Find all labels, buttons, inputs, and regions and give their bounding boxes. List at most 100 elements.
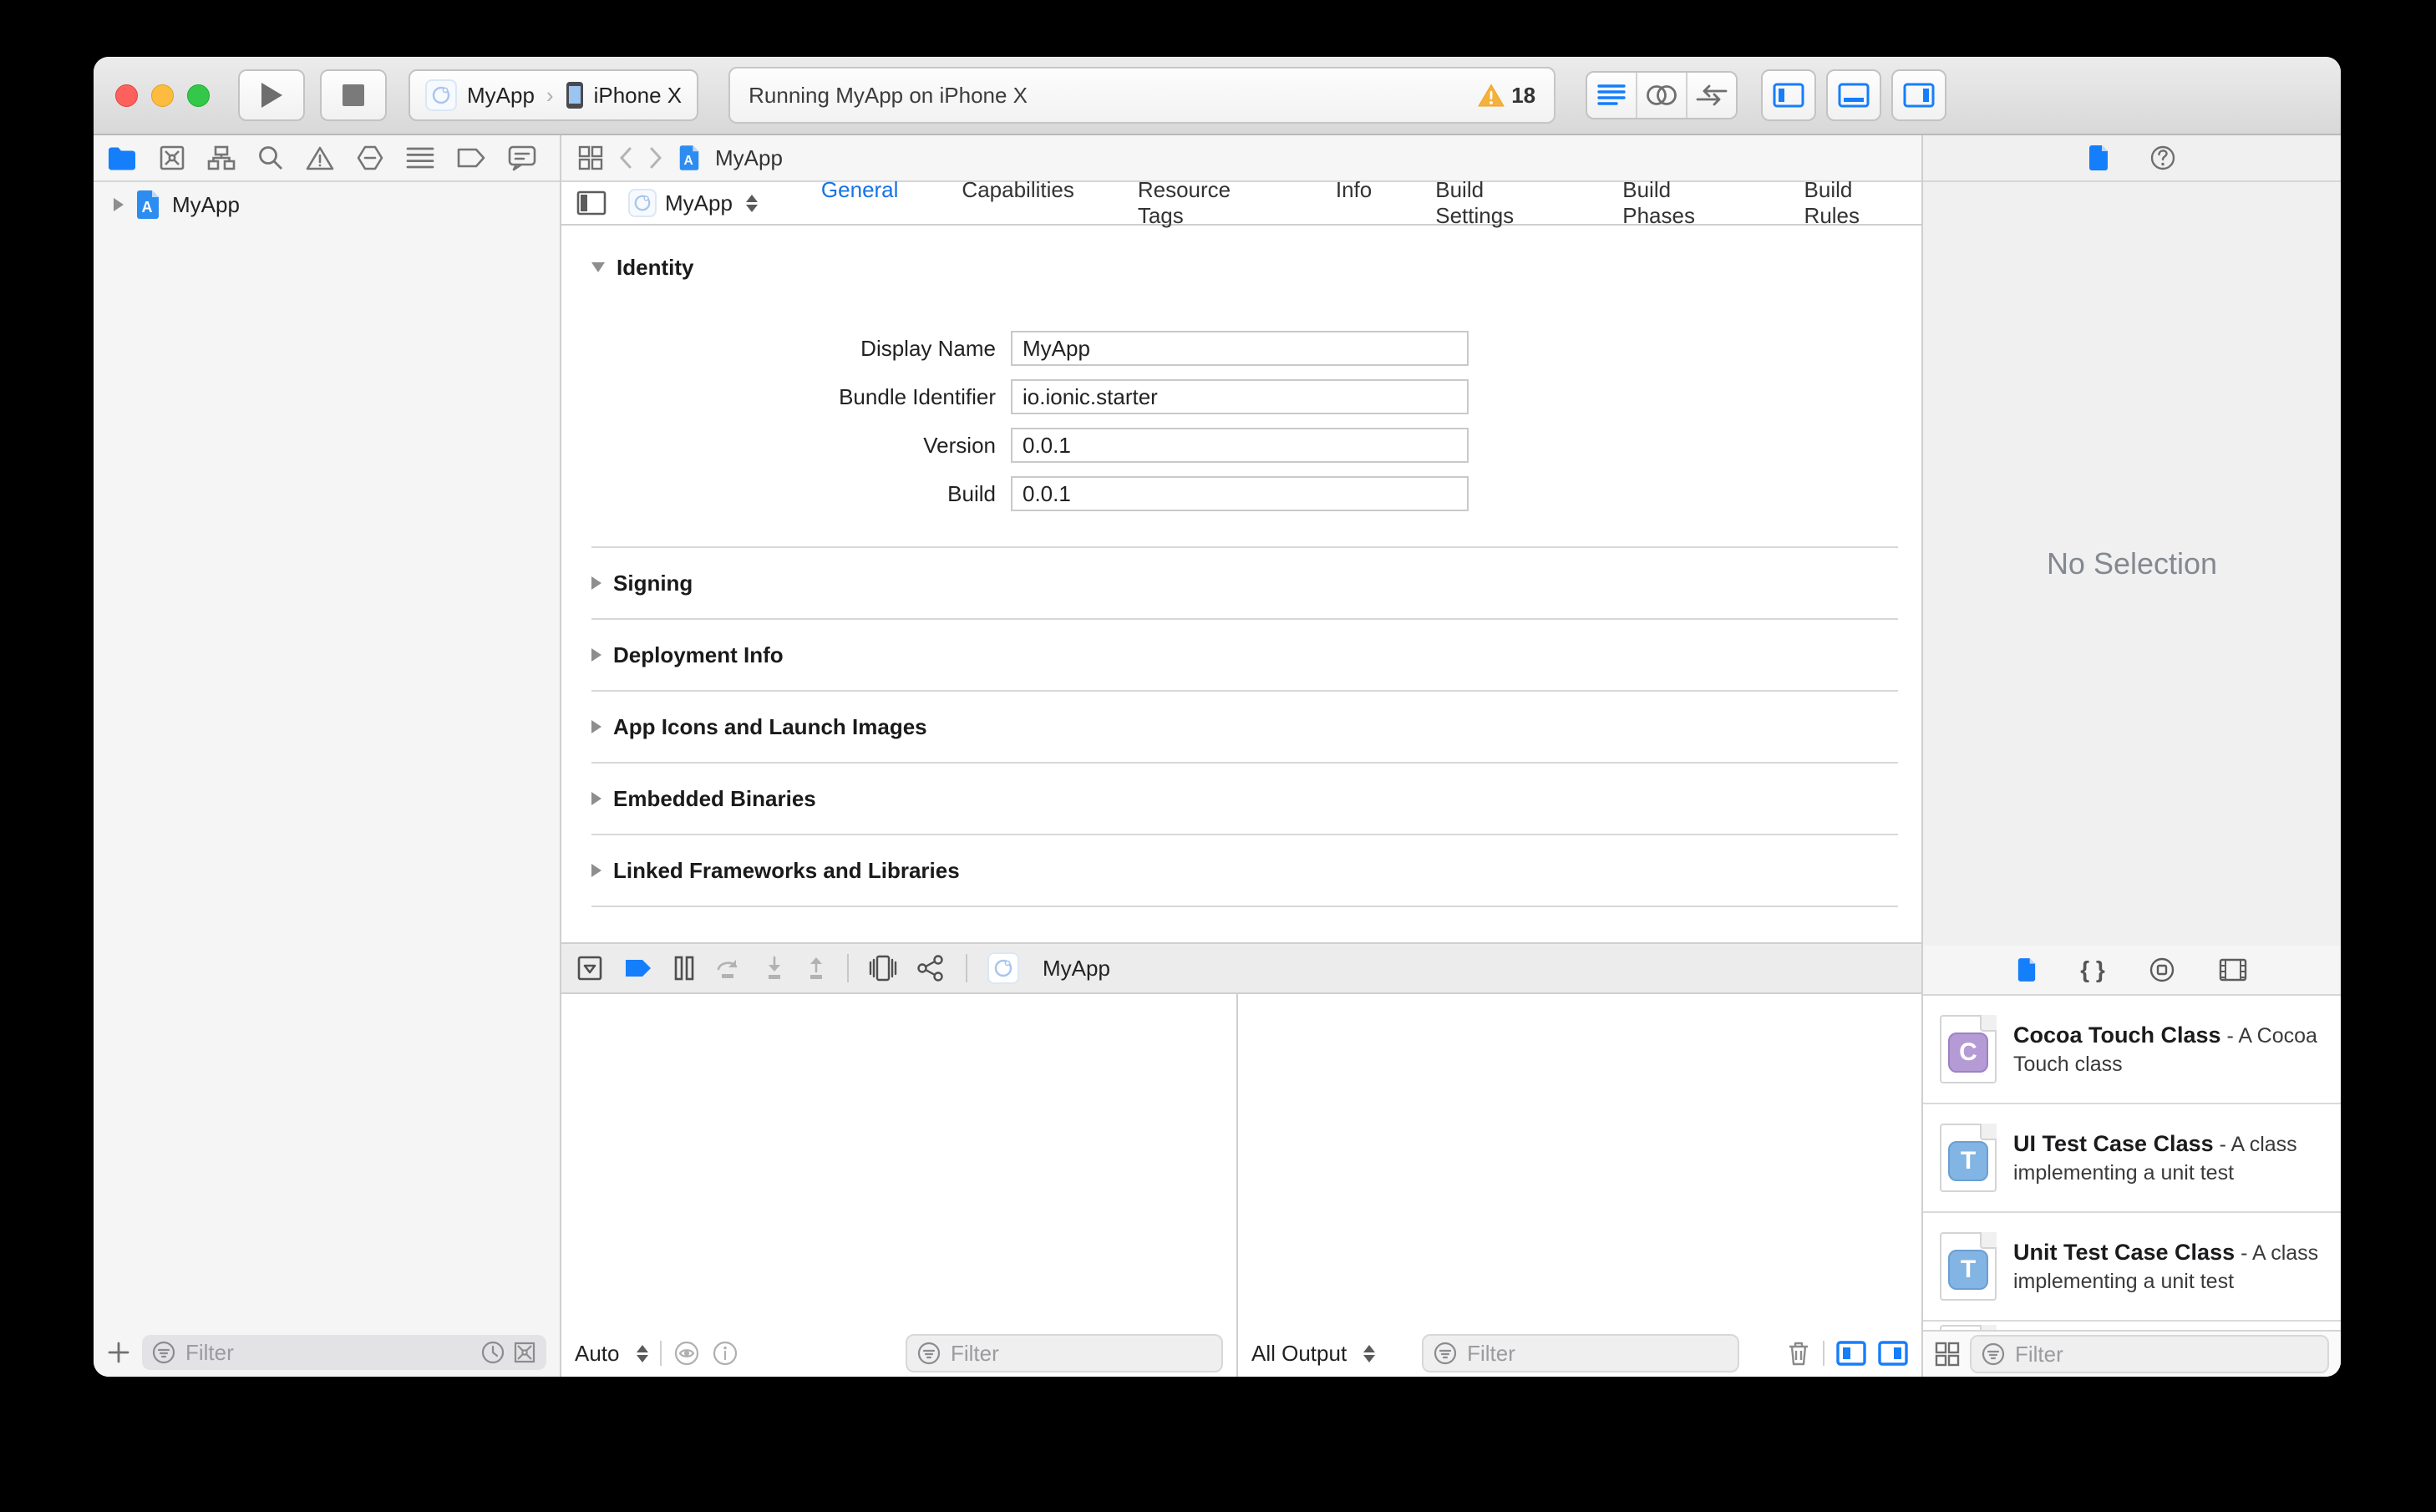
warning-badge[interactable]: 18 — [1478, 83, 1535, 109]
tab-capabilities[interactable]: Capabilities — [962, 177, 1073, 229]
info-icon[interactable] — [712, 1340, 738, 1367]
code-snippet-library-icon[interactable]: { } — [2080, 956, 2105, 983]
library-filter-input[interactable] — [2013, 1340, 2317, 1368]
tab-general[interactable]: General — [821, 177, 899, 229]
toggle-navigator-button[interactable] — [1761, 69, 1817, 121]
library-filter-field[interactable] — [1970, 1335, 2329, 1373]
variables-scope-selector[interactable]: Auto — [575, 1341, 620, 1367]
version-field[interactable] — [1011, 428, 1469, 463]
step-into-icon[interactable] — [764, 956, 785, 981]
section-deployment-info[interactable]: Deployment Info — [591, 618, 1898, 690]
issue-navigator-icon[interactable] — [306, 145, 334, 171]
display-name-field[interactable] — [1011, 331, 1469, 366]
tab-build-settings[interactable]: Build Settings — [1435, 177, 1559, 229]
recent-files-clock-icon[interactable] — [481, 1341, 505, 1364]
breakpoints-toggle-icon[interactable] — [623, 957, 653, 979]
identity-section-header[interactable]: Identity — [591, 252, 1898, 282]
toggle-inspector-button[interactable] — [1891, 69, 1947, 121]
search-navigator-icon[interactable] — [257, 145, 284, 171]
project-editor-tabs: General Capabilities Resource Tags Info … — [821, 177, 1906, 229]
tab-build-rules[interactable]: Build Rules — [1804, 177, 1906, 229]
section-title: Linked Frameworks and Libraries — [613, 857, 960, 883]
build-field[interactable] — [1011, 476, 1469, 511]
console-filter-input[interactable] — [1465, 1339, 1728, 1367]
variables-filter-field[interactable] — [906, 1334, 1223, 1372]
filter-icon — [1434, 1342, 1457, 1365]
version-editor-button[interactable] — [1687, 73, 1736, 118]
forward-chevron-icon[interactable] — [648, 146, 663, 170]
target-selector[interactable]: MyApp — [628, 189, 758, 217]
grid-view-icon[interactable] — [1935, 1342, 1960, 1367]
assistant-editor-button[interactable] — [1637, 73, 1688, 118]
section-signing[interactable]: Signing — [591, 546, 1898, 618]
standard-editor-button[interactable] — [1587, 73, 1638, 118]
add-button[interactable] — [107, 1341, 130, 1364]
variables-filter-input[interactable] — [949, 1339, 1211, 1367]
scheme-device-label: iPhone X — [593, 82, 683, 108]
step-out-icon[interactable] — [805, 956, 827, 981]
run-button[interactable] — [238, 69, 305, 121]
form-row: Bundle Identifier — [591, 379, 1898, 414]
file-template-library-icon[interactable] — [2017, 957, 2037, 982]
quicklook-eye-icon[interactable] — [673, 1340, 700, 1367]
console-filter-field[interactable] — [1422, 1334, 1740, 1372]
hide-debug-area-icon[interactable] — [576, 955, 603, 982]
disclosure-triangle-icon[interactable] — [591, 864, 601, 877]
source-control-status-icon[interactable] — [513, 1341, 536, 1364]
disclosure-triangle-icon[interactable] — [114, 198, 124, 211]
disclosure-open-icon[interactable] — [591, 262, 605, 272]
file-inspector-icon[interactable] — [2088, 145, 2109, 171]
media-library-icon[interactable] — [2219, 958, 2247, 982]
build-label: Build — [947, 480, 996, 506]
report-navigator-icon[interactable] — [508, 145, 536, 171]
disclosure-triangle-icon[interactable] — [591, 792, 601, 805]
console-view[interactable] — [1238, 994, 1921, 1330]
section-app-icons[interactable]: App Icons and Launch Images — [591, 690, 1898, 762]
breakpoint-navigator-icon[interactable] — [456, 147, 486, 169]
symbol-navigator-icon[interactable] — [207, 145, 236, 171]
show-variables-view-icon[interactable] — [1836, 1341, 1866, 1366]
test-navigator-icon[interactable] — [356, 145, 384, 171]
step-over-icon[interactable] — [715, 956, 743, 981]
debug-process-label[interactable]: MyApp — [1043, 956, 1110, 982]
back-chevron-icon[interactable] — [618, 146, 633, 170]
navigator-filter-input[interactable] — [184, 1338, 473, 1367]
memory-graph-icon[interactable] — [917, 955, 946, 982]
tab-build-phases[interactable]: Build Phases — [1622, 177, 1740, 229]
section-embedded-binaries[interactable]: Embedded Binaries — [591, 762, 1898, 834]
library-item-cocoa-touch-class[interactable]: C Cocoa Touch Class - A Cocoa Touch clas… — [1923, 996, 2341, 1104]
bundle-identifier-field[interactable] — [1011, 379, 1469, 414]
source-control-navigator-icon[interactable] — [159, 145, 185, 171]
disclosure-triangle-icon[interactable] — [591, 720, 601, 733]
target-name-label: MyApp — [665, 190, 733, 216]
library-item-partial[interactable] — [1923, 1322, 2341, 1330]
stop-button[interactable] — [320, 69, 387, 121]
view-debugger-icon[interactable] — [869, 955, 897, 982]
close-window-button[interactable] — [115, 84, 138, 107]
quick-help-inspector-icon[interactable] — [2149, 145, 2176, 171]
variables-view[interactable] — [561, 994, 1236, 1330]
section-linked-frameworks[interactable]: Linked Frameworks and Libraries — [591, 834, 1898, 906]
minimize-window-button[interactable] — [151, 84, 174, 107]
tab-resource-tags[interactable]: Resource Tags — [1138, 177, 1272, 229]
clear-console-trash-icon[interactable] — [1786, 1340, 1811, 1367]
navigator-filter-field[interactable] — [142, 1335, 546, 1370]
editor-sidebar-toggle-icon[interactable] — [576, 190, 606, 216]
console-scope-selector[interactable]: All Output — [1251, 1341, 1347, 1367]
jumpbar-file-label[interactable]: MyApp — [715, 145, 783, 171]
library-item-unit-test-case-class[interactable]: T Unit Test Case Class - A class impleme… — [1923, 1213, 2341, 1322]
zoom-window-button[interactable] — [187, 84, 210, 107]
show-console-view-icon[interactable] — [1878, 1341, 1908, 1366]
disclosure-triangle-icon[interactable] — [591, 648, 601, 662]
object-library-icon[interactable] — [2149, 956, 2175, 983]
scheme-selector[interactable]: MyApp › iPhone X — [409, 69, 699, 121]
tab-info[interactable]: Info — [1336, 177, 1372, 229]
debug-navigator-icon[interactable] — [406, 146, 434, 170]
tree-item-myapp[interactable]: A MyApp — [94, 182, 560, 227]
related-items-icon[interactable] — [578, 145, 603, 170]
disclosure-triangle-icon[interactable] — [591, 576, 601, 590]
toggle-debug-area-button[interactable] — [1826, 69, 1882, 121]
library-item-ui-test-case-class[interactable]: T UI Test Case Class - A class implement… — [1923, 1104, 2341, 1213]
project-navigator-icon[interactable] — [107, 145, 137, 170]
pause-icon[interactable] — [673, 956, 695, 981]
